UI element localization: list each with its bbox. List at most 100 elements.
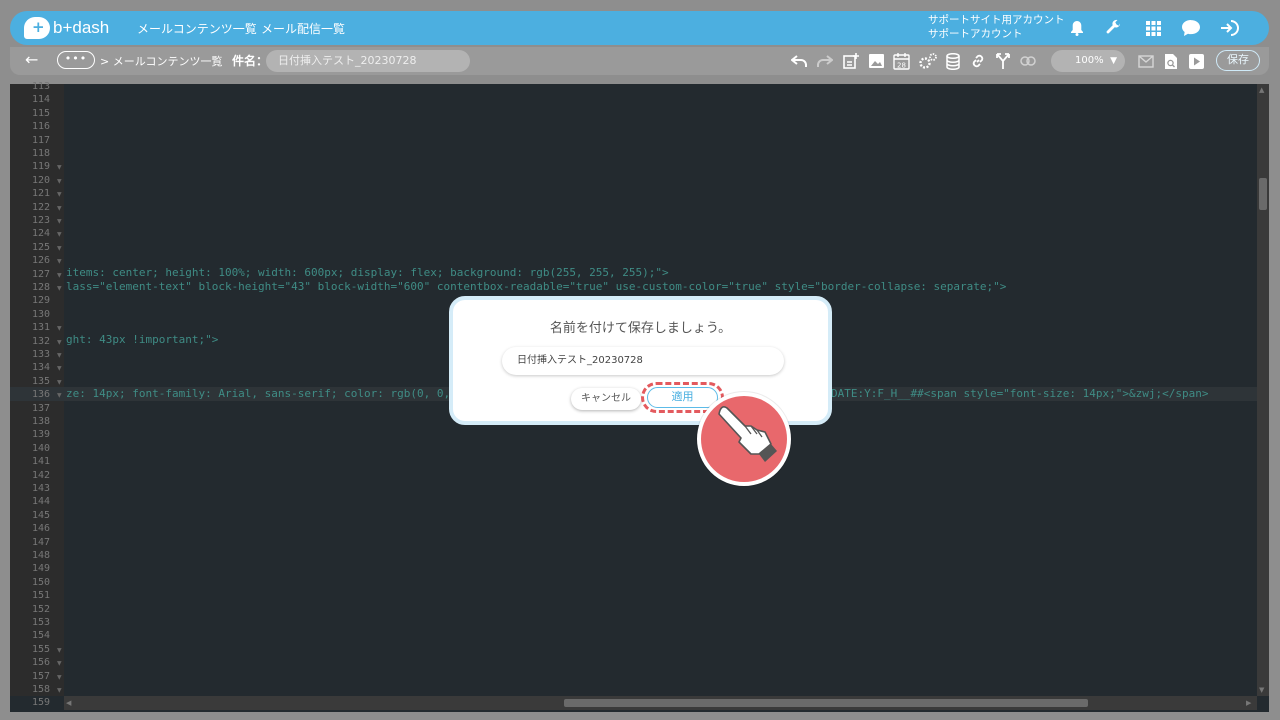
fold-toggle-icon[interactable]: ▼ bbox=[57, 647, 62, 654]
line-number: 127 bbox=[31, 268, 50, 280]
vertical-scrollbar[interactable]: ▲ ▼ bbox=[1257, 84, 1269, 696]
horizontal-scrollbar[interactable]: ◀ ▶ bbox=[64, 696, 1257, 710]
line-number: 131 bbox=[31, 322, 50, 334]
bell-icon[interactable] bbox=[1066, 17, 1088, 39]
play-icon[interactable] bbox=[1186, 51, 1206, 71]
line-number: 139 bbox=[31, 429, 50, 441]
line-number: 115 bbox=[31, 107, 50, 119]
line-number: 142 bbox=[31, 469, 50, 481]
breadcrumb[interactable]: > メールコンテンツ一覧 bbox=[100, 53, 223, 69]
wrench-icon[interactable] bbox=[1103, 17, 1125, 39]
calendar-icon[interactable]: 28 bbox=[891, 51, 911, 71]
fold-toggle-icon[interactable]: ▼ bbox=[57, 218, 62, 225]
calendar-day: 28 bbox=[897, 61, 906, 69]
line-number: 144 bbox=[31, 496, 50, 508]
save-button[interactable]: 保存 bbox=[1216, 50, 1260, 71]
pointing-hand-icon bbox=[718, 406, 777, 462]
search-doc-icon[interactable] bbox=[1161, 51, 1181, 71]
fold-toggle-icon[interactable]: ▼ bbox=[57, 178, 62, 185]
grid-icon[interactable] bbox=[1142, 17, 1164, 39]
line-number: 137 bbox=[31, 402, 50, 414]
line-number: 154 bbox=[31, 630, 50, 642]
horizontal-scroll-thumb[interactable] bbox=[564, 699, 1088, 707]
zoom-select[interactable]: 100% ▼ bbox=[1051, 50, 1125, 72]
line-number: 129 bbox=[31, 295, 50, 307]
account-info[interactable]: サポートサイト用アカウント サポートアカウント bbox=[928, 13, 1065, 41]
line-number: 141 bbox=[31, 456, 50, 468]
fold-toggle-icon[interactable]: ▼ bbox=[57, 285, 62, 292]
editor-toolbar: ← ••• > メールコンテンツ一覧 件名： 日付挿入テスト_20230728 … bbox=[10, 47, 1269, 75]
fold-toggle-icon[interactable]: ▼ bbox=[57, 164, 62, 171]
redo-icon[interactable] bbox=[814, 51, 834, 71]
undo-icon[interactable] bbox=[789, 51, 809, 71]
line-number: 121 bbox=[31, 188, 50, 200]
fold-toggle-icon[interactable]: ▼ bbox=[57, 392, 62, 399]
line-number: 152 bbox=[31, 603, 50, 615]
line-number: 133 bbox=[31, 349, 50, 360]
logo-text: b+dash bbox=[53, 18, 110, 37]
fold-toggle-icon[interactable]: ▼ bbox=[57, 231, 62, 238]
line-number: 114 bbox=[31, 94, 50, 106]
account-line-1: サポートサイト用アカウント bbox=[928, 14, 1065, 26]
scroll-down-icon[interactable]: ▼ bbox=[1259, 686, 1264, 694]
line-number: 135 bbox=[31, 375, 50, 387]
fold-toggle-icon[interactable]: ▼ bbox=[57, 687, 62, 694]
line-number: 148 bbox=[31, 550, 50, 561]
line-number: 134 bbox=[31, 362, 50, 374]
nav-mail-contents[interactable]: メールコンテンツ一覧 bbox=[137, 20, 257, 37]
mail-icon[interactable] bbox=[1136, 51, 1156, 71]
tutorial-pointer bbox=[697, 392, 791, 486]
line-number: 150 bbox=[31, 576, 50, 588]
line-number: 126 bbox=[31, 255, 50, 267]
bdash-logo[interactable]: b+dash bbox=[24, 16, 109, 40]
line-number: 153 bbox=[31, 617, 50, 628]
fold-toggle-icon[interactable]: ▼ bbox=[57, 674, 62, 681]
line-number: 149 bbox=[31, 563, 50, 575]
line-number: 119 bbox=[31, 161, 50, 173]
code-line-128: lass="element-text" block-height="43" bl… bbox=[66, 280, 1007, 293]
cancel-button[interactable]: キャンセル bbox=[571, 388, 641, 410]
nav-mail-delivery[interactable]: メール配信一覧 bbox=[261, 20, 345, 37]
database-icon[interactable] bbox=[943, 51, 963, 71]
back-arrow-icon[interactable]: ← bbox=[25, 50, 38, 69]
logout-icon[interactable] bbox=[1219, 17, 1241, 39]
subject-label: 件名： bbox=[232, 54, 269, 68]
code-line-132: ght: 43px !important;"> bbox=[66, 333, 219, 346]
line-number: 130 bbox=[31, 308, 50, 320]
scroll-up-icon[interactable]: ▲ bbox=[1259, 86, 1264, 94]
fold-toggle-icon[interactable]: ▼ bbox=[57, 660, 62, 667]
fold-toggle-icon[interactable]: ▼ bbox=[57, 245, 62, 252]
fold-toggle-icon[interactable]: ▼ bbox=[57, 205, 62, 212]
fold-toggle-icon[interactable]: ▼ bbox=[57, 379, 62, 386]
add-block-icon[interactable] bbox=[841, 51, 861, 71]
vertical-scroll-thumb[interactable] bbox=[1259, 178, 1267, 210]
line-number: 125 bbox=[31, 241, 50, 253]
content-name-input[interactable]: 日付挿入テスト_20230728 bbox=[502, 347, 784, 375]
fold-toggle-icon[interactable]: ▼ bbox=[57, 191, 62, 198]
line-number: 117 bbox=[31, 134, 50, 146]
link-icon[interactable] bbox=[968, 51, 988, 71]
scroll-right-icon[interactable]: ▶ bbox=[1246, 699, 1251, 707]
condition-icon[interactable] bbox=[1018, 51, 1038, 71]
subject-input[interactable]: 日付挿入テスト_20230728 bbox=[266, 50, 470, 72]
scroll-left-icon[interactable]: ◀ bbox=[66, 699, 71, 707]
fold-toggle-icon[interactable]: ▼ bbox=[57, 325, 62, 332]
line-number: 145 bbox=[31, 509, 50, 521]
chat-icon[interactable] bbox=[1180, 17, 1202, 39]
dialog-title: 名前を付けて保存しましょう。 bbox=[549, 321, 732, 336]
fold-toggle-icon[interactable]: ▼ bbox=[57, 272, 62, 279]
line-number: 138 bbox=[31, 416, 50, 427]
fold-toggle-icon[interactable]: ▼ bbox=[57, 352, 62, 359]
code-line-136-end: DATE:Y:F_H__##<span style="font-size: 14… bbox=[831, 387, 1209, 400]
fold-toggle-icon[interactable]: ▼ bbox=[57, 258, 62, 265]
line-number: 136 bbox=[31, 389, 50, 401]
line-number: 155 bbox=[31, 643, 50, 655]
fold-toggle-icon[interactable]: ▼ bbox=[57, 339, 62, 346]
image-icon[interactable] bbox=[866, 51, 886, 71]
settings-cog-icon[interactable] bbox=[917, 51, 937, 71]
more-button[interactable]: ••• bbox=[57, 51, 95, 69]
line-number: 113 bbox=[31, 81, 50, 92]
branch-icon[interactable] bbox=[993, 51, 1013, 71]
fold-toggle-icon[interactable]: ▼ bbox=[57, 365, 62, 372]
logo-mark-icon bbox=[24, 17, 50, 39]
